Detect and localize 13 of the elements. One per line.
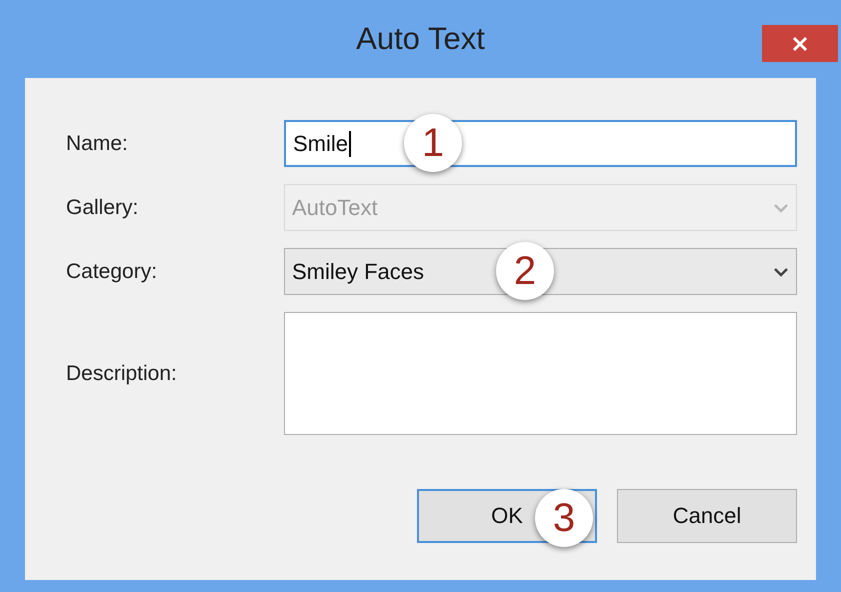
field-label: Gallery: bbox=[66, 196, 140, 220]
step-number-tooltip: 2 bbox=[496, 242, 554, 300]
field-label: Name: bbox=[66, 132, 129, 156]
field-label: Category: bbox=[66, 260, 158, 284]
close-icon bbox=[791, 34, 809, 52]
chevron-down-icon bbox=[773, 202, 789, 212]
dialog-button[interactable]: Cancel bbox=[617, 489, 797, 543]
window-title: Auto Text bbox=[356, 21, 485, 57]
close-button[interactable] bbox=[762, 25, 838, 62]
field-label: Description: bbox=[66, 362, 178, 386]
step-number-tooltip: 1 bbox=[404, 114, 462, 172]
description-field[interactable] bbox=[284, 312, 797, 435]
chevron-down-icon bbox=[773, 266, 789, 276]
